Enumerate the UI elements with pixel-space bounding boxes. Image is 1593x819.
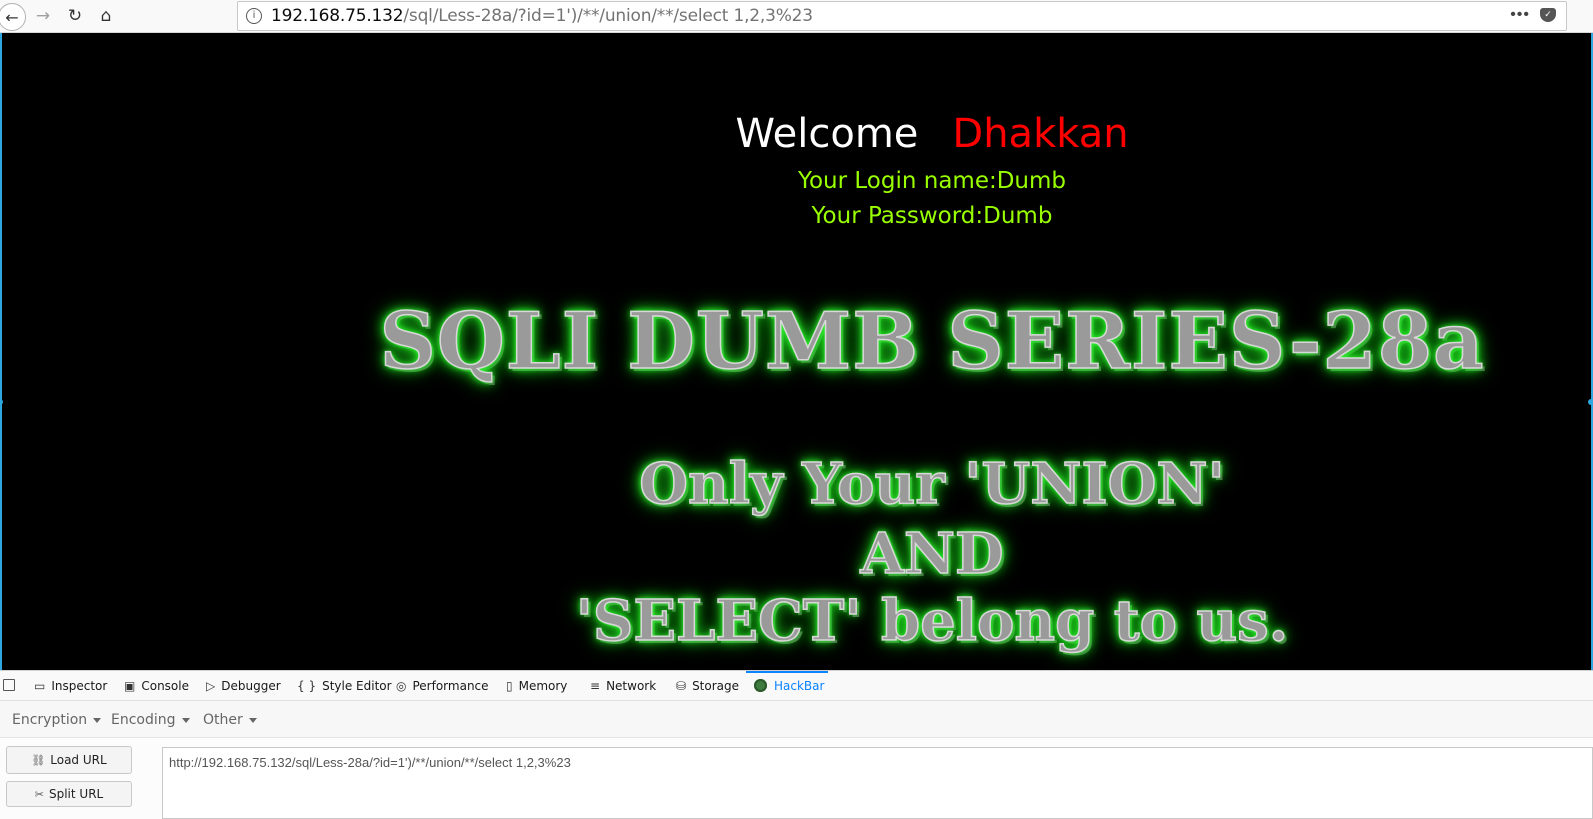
- menu-label: Encoding: [111, 712, 176, 728]
- browser-toolbar: ← → ↻ ⌂ i 192.168.75.132/sql/Less-28a/?i…: [0, 0, 1593, 33]
- tab-label: Performance: [412, 678, 489, 693]
- tab-label: Debugger: [221, 678, 281, 693]
- debugger-icon: ▷: [206, 678, 216, 693]
- devtools-panel: ▭ Inspector ▣ Console ▷ Debugger { } Style E…: [0, 670, 1593, 819]
- tab-memory[interactable]: ▯ Memory: [506, 671, 567, 700]
- other-menu[interactable]: Other: [203, 712, 257, 728]
- caret-down-icon: [248, 717, 257, 723]
- tab-label: Console: [141, 678, 189, 693]
- hackbar-url-input[interactable]: http://192.168.75.132/sql/Less-28a/?id=1…: [162, 747, 1593, 819]
- tab-label: HackBar: [774, 678, 825, 693]
- back-arrow-icon: ←: [5, 7, 19, 27]
- page-actions-icon[interactable]: •••: [1510, 6, 1530, 24]
- caret-down-icon: [93, 717, 102, 723]
- caret-down-icon: [181, 717, 190, 723]
- tab-label: Style Editor: [322, 678, 392, 693]
- scissors-icon: ✂: [34, 787, 44, 801]
- encoding-menu[interactable]: Encoding: [111, 712, 190, 728]
- menu-label: Encryption: [12, 712, 88, 728]
- load-url-button[interactable]: ⛓ Load URL: [6, 746, 132, 774]
- tab-debugger[interactable]: ▷ Debugger: [206, 671, 281, 700]
- banner-line-2: AND: [860, 520, 1005, 588]
- tab-label: Memory: [518, 678, 568, 693]
- banner-line-1: Only Your 'UNION': [639, 450, 1226, 518]
- welcome-heading: Welcome Dhakkan: [2, 111, 1591, 157]
- pocket-icon[interactable]: ✓: [1540, 8, 1556, 22]
- hackbar-menu: Encryption Encoding Other: [0, 701, 1593, 738]
- welcome-name: Dhakkan: [952, 111, 1129, 157]
- tab-label: Network: [606, 678, 657, 693]
- page-content: Welcome Dhakkan Your Login name:Dumb Your…: [0, 33, 1593, 670]
- devtools-tabbar: ▭ Inspector ▣ Console ▷ Debugger { } Style E…: [0, 671, 1593, 701]
- network-icon: ≡: [590, 678, 601, 693]
- tab-performance[interactable]: ◎ Performance: [396, 671, 489, 700]
- resize-handle-right[interactable]: [1588, 399, 1593, 405]
- button-label: Split URL: [48, 787, 104, 801]
- reload-icon: ↻: [67, 6, 83, 26]
- reload-button[interactable]: ↻: [62, 3, 88, 29]
- load-icon: ⛓: [31, 753, 46, 767]
- back-button[interactable]: ←: [0, 3, 26, 31]
- tab-console[interactable]: ▣ Console: [124, 671, 189, 700]
- series-title-image: SQLI DUMB SERIES-28a: [379, 295, 1485, 388]
- tab-label: Inspector: [51, 678, 108, 693]
- url-text[interactable]: 192.168.75.132/sql/Less-28a/?id=1')/**/u…: [271, 6, 813, 26]
- url-host: 192.168.75.132: [271, 6, 404, 26]
- site-info-icon[interactable]: i: [246, 8, 262, 24]
- tab-storage[interactable]: ⛁ Storage: [676, 671, 739, 700]
- forward-arrow-icon: →: [35, 6, 51, 26]
- button-label: Load URL: [50, 753, 107, 767]
- menu-label: Other: [203, 712, 243, 728]
- style-editor-icon: { }: [297, 678, 317, 693]
- url-bar[interactable]: i 192.168.75.132/sql/Less-28a/?id=1')/**…: [237, 1, 1567, 31]
- memory-icon: ▯: [506, 678, 513, 693]
- encryption-menu[interactable]: Encryption: [12, 712, 102, 728]
- home-button[interactable]: ⌂: [93, 3, 119, 29]
- password-line: Your Password:Dumb: [811, 203, 1053, 229]
- welcome-text: Welcome: [735, 111, 919, 157]
- hackbar-icon: [754, 679, 767, 692]
- banner-line-3: 'SELECT' belong to us.: [575, 587, 1289, 655]
- tab-label: Storage: [692, 678, 740, 693]
- login-name-line: Your Login name:Dumb: [797, 168, 1067, 194]
- tab-style-editor[interactable]: { } Style Editor: [297, 671, 392, 700]
- element-picker-icon[interactable]: [3, 679, 15, 691]
- tab-network[interactable]: ≡ Network: [590, 671, 656, 700]
- split-url-button[interactable]: ✂ Split URL: [6, 781, 132, 807]
- inspector-icon: ▭: [34, 678, 46, 693]
- console-icon: ▣: [124, 678, 136, 693]
- home-icon: ⌂: [100, 6, 112, 26]
- tab-inspector[interactable]: ▭ Inspector: [34, 671, 107, 700]
- tab-hackbar[interactable]: HackBar: [746, 671, 828, 698]
- url-path: /sql/Less-28a/?id=1')/**/union/**/select…: [403, 6, 813, 26]
- storage-icon: ⛁: [676, 678, 687, 693]
- forward-button[interactable]: →: [30, 3, 56, 29]
- performance-icon: ◎: [396, 678, 407, 693]
